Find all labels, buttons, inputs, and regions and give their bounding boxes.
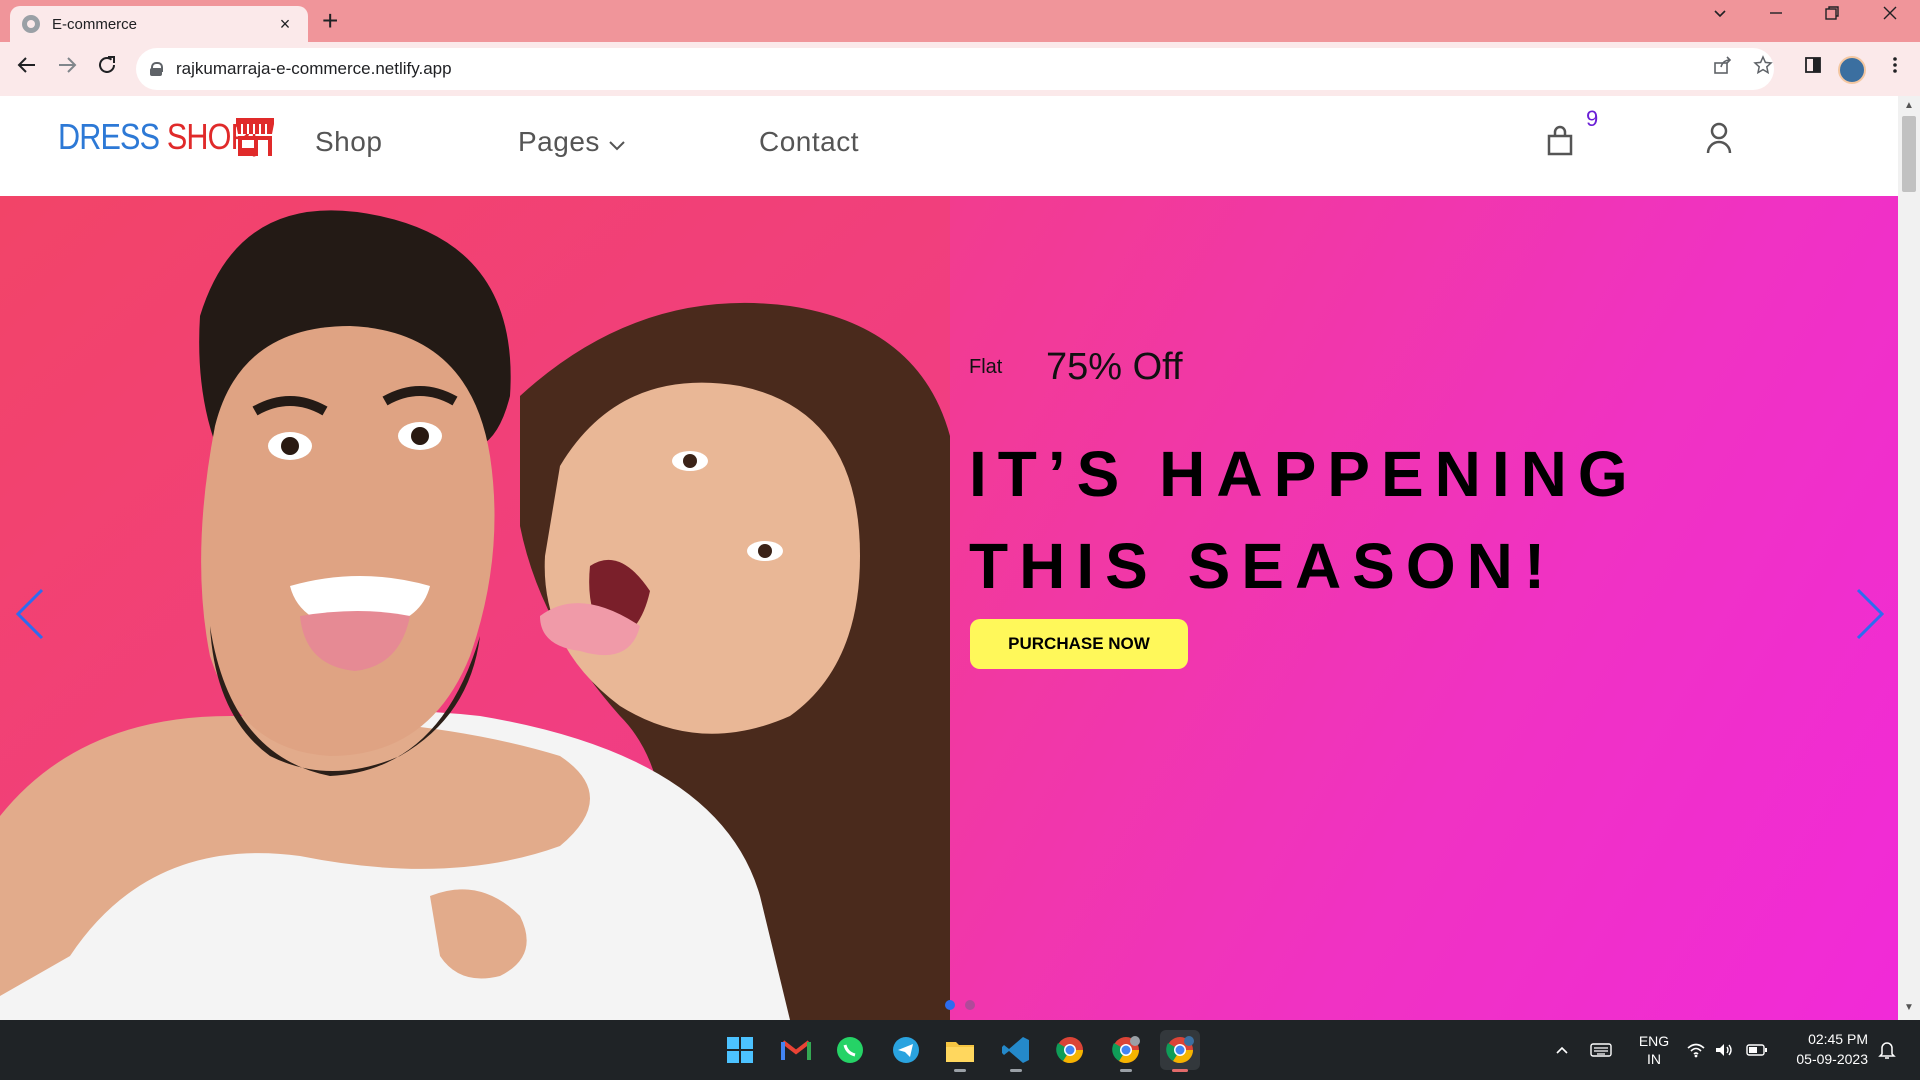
language-code: ENG — [1638, 1033, 1670, 1049]
offer-text: 75% Off — [1046, 346, 1183, 388]
user-account-icon[interactable] — [1706, 122, 1732, 154]
bookmark-star-icon[interactable] — [1748, 54, 1778, 84]
browser-tab[interactable]: E-commerce × — [10, 6, 308, 42]
chrome-profile-icon — [1112, 1036, 1140, 1064]
keyboard-icon[interactable] — [1590, 1020, 1612, 1080]
cart-count-badge: 9 — [1586, 106, 1599, 131]
wifi-icon[interactable] — [1686, 1020, 1706, 1080]
site-logo[interactable]: DRESS SHOP| — [58, 116, 292, 158]
taskbar-gmail[interactable] — [776, 1030, 816, 1070]
nav-shop-link[interactable]: Shop — [315, 126, 382, 158]
hero-headline: IT’S HAPPENING THIS SEASON! — [969, 438, 1639, 602]
carousel-prev-arrow-icon[interactable] — [10, 584, 50, 644]
page-scrollbar[interactable]: ▲ ▼ — [1898, 96, 1920, 1020]
notification-bell-icon[interactable] — [1878, 1020, 1896, 1080]
clock-date: 05-09-2023 — [1796, 1051, 1868, 1067]
taskbar-telegram[interactable] — [886, 1030, 926, 1070]
restore-button[interactable] — [1812, 4, 1852, 27]
lock-icon[interactable] — [150, 62, 163, 76]
nav-contact-link[interactable]: Contact — [759, 126, 859, 158]
new-tab-button[interactable]: + — [322, 6, 338, 36]
scroll-thumb[interactable] — [1902, 116, 1916, 192]
whatsapp-icon — [837, 1037, 863, 1063]
offer-prefix: Flat — [969, 356, 1003, 378]
taskbar-vscode[interactable] — [996, 1030, 1036, 1072]
gmail-icon — [781, 1040, 811, 1060]
storefront-icon — [236, 118, 274, 156]
profile-avatar[interactable] — [1838, 56, 1866, 84]
clock-time: 02:45 PM — [1808, 1031, 1868, 1047]
taskbar-clock[interactable]: 02:45 PM 05-09-2023 — [1782, 1029, 1868, 1069]
forward-button[interactable] — [52, 54, 82, 84]
share-icon[interactable] — [1708, 54, 1738, 84]
browser-tab-bar: E-commerce × + — [0, 0, 1920, 42]
nav-pages-link[interactable]: Pages — [518, 126, 626, 158]
volume-icon[interactable] — [1714, 1020, 1734, 1080]
hero-banner: Flat 75% Off IT’S HAPPENING THIS SEASON!… — [0, 196, 1898, 1020]
tab-close-button[interactable]: × — [274, 14, 296, 35]
taskbar-whatsapp[interactable] — [830, 1030, 870, 1070]
carousel-dot-1[interactable] — [945, 1000, 955, 1010]
tab-search-icon[interactable] — [1700, 4, 1740, 27]
purchase-now-button[interactable]: PURCHASE NOW — [970, 619, 1188, 669]
windows-taskbar: ENG IN 02:45 PM 05-09-2023 — [0, 1020, 1920, 1080]
url-text: rajkumarraja-e-commerce.netlify.app — [176, 59, 452, 78]
input-language-indicator[interactable]: ENG IN — [1634, 1020, 1674, 1080]
hero-couple-photo — [0, 196, 950, 1020]
windows-logo-icon — [727, 1037, 753, 1063]
vscode-icon — [1002, 1037, 1029, 1063]
battery-icon[interactable] — [1746, 1020, 1768, 1080]
logo-dress-text: DRESS — [58, 116, 160, 157]
telegram-icon — [893, 1037, 919, 1063]
carousel-dot-2[interactable] — [965, 1000, 975, 1010]
folder-icon — [946, 1042, 974, 1062]
back-button[interactable] — [12, 54, 42, 84]
scroll-up-arrow-icon[interactable]: ▲ — [1904, 100, 1914, 111]
site-header: DRESS SHOP| Shop Pages Contact 9 — [0, 96, 1898, 196]
minimize-button[interactable] — [1756, 4, 1796, 27]
taskbar-file-explorer[interactable] — [940, 1030, 980, 1072]
side-panel-icon[interactable] — [1798, 54, 1828, 84]
tab-title: E-commerce — [52, 15, 138, 33]
reload-button[interactable] — [92, 54, 122, 84]
taskbar-chrome[interactable] — [1050, 1030, 1090, 1070]
show-hidden-icons-chevron-up-icon[interactable] — [1554, 1020, 1570, 1080]
browser-toolbar: rajkumarraja-e-commerce.netlify.app — [0, 42, 1920, 96]
chevron-down-icon — [609, 141, 625, 151]
shopping-bag-icon[interactable] — [1546, 124, 1574, 156]
nav-pages-label: Pages — [518, 126, 600, 157]
globe-icon — [22, 15, 40, 33]
chrome-profile-icon — [1166, 1036, 1194, 1064]
scroll-down-arrow-icon[interactable]: ▼ — [1904, 1002, 1914, 1013]
taskbar-chrome-profile-2[interactable] — [1106, 1030, 1146, 1072]
start-button[interactable] — [720, 1030, 760, 1070]
taskbar-chrome-profile-active[interactable] — [1160, 1030, 1200, 1072]
carousel-next-arrow-icon[interactable] — [1850, 584, 1890, 644]
more-menu-icon[interactable] — [1880, 54, 1910, 84]
chrome-icon — [1056, 1037, 1084, 1064]
region-code: IN — [1647, 1051, 1661, 1067]
address-bar[interactable]: rajkumarraja-e-commerce.netlify.app — [136, 48, 1774, 90]
close-window-button[interactable] — [1870, 4, 1910, 27]
